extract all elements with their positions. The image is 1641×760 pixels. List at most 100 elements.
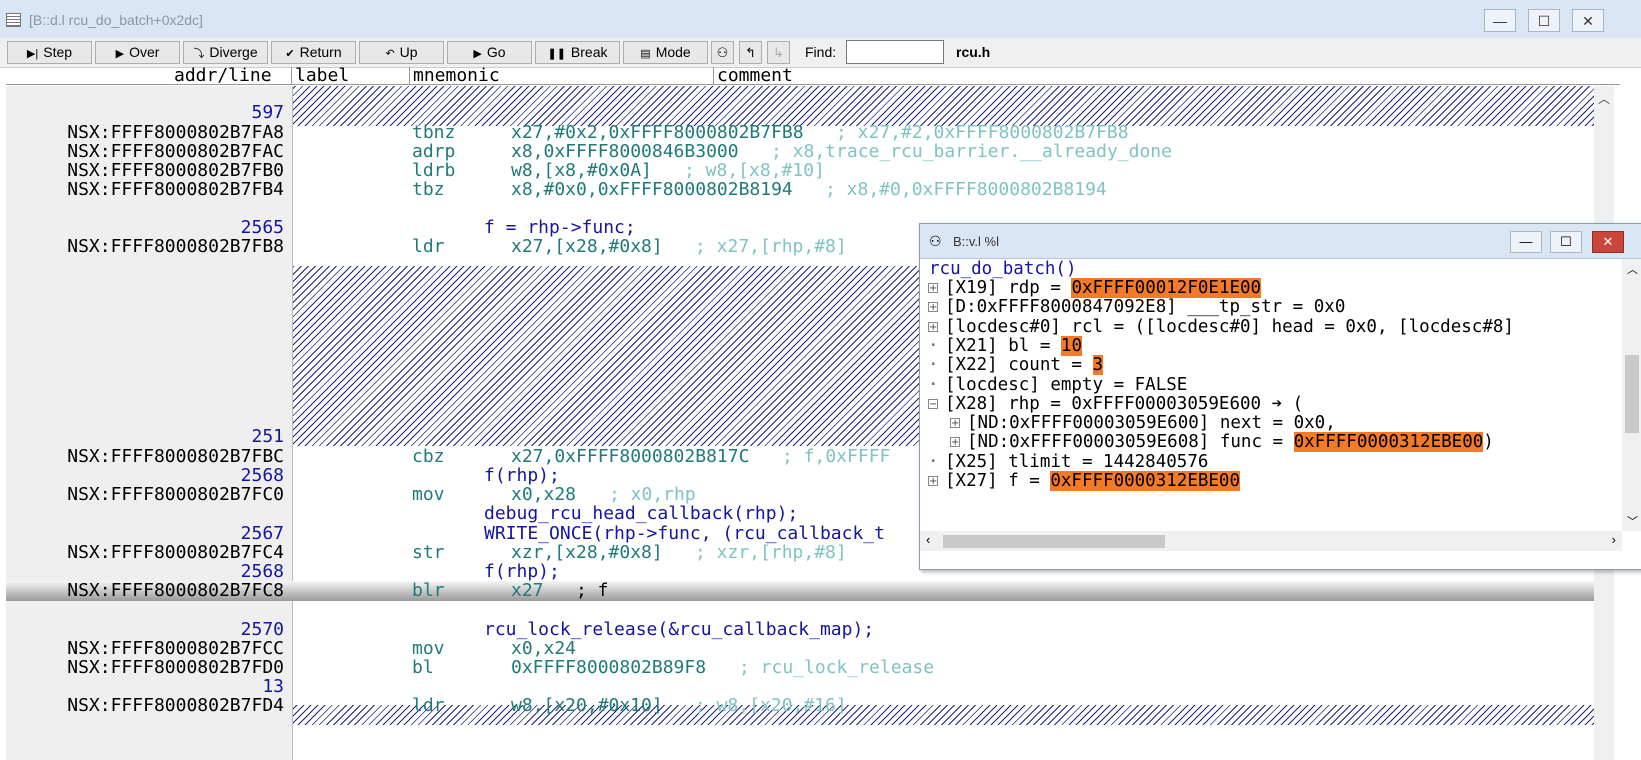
comment: ; f xyxy=(576,580,609,601)
changed-value[interactable]: 0xFFFF0000312EBE00 xyxy=(1293,432,1484,453)
variable-row[interactable]: + [X27] f = 0xFFFF0000312EBE00 xyxy=(928,471,1620,491)
expand-icon[interactable]: + xyxy=(928,476,938,487)
variables-list[interactable]: rcu_do_batch() + [X19] rdp = 0xFFFF00012F… xyxy=(920,259,1620,531)
comment: ; rcu_lock_release xyxy=(739,657,935,678)
variable-row[interactable]: − [X28] rhp = 0xFFFF00003059E600 ➔ ( xyxy=(928,394,1620,414)
mode-button[interactable]: ▤ Mode xyxy=(623,41,708,64)
mnemonic: mov xyxy=(412,484,445,505)
toolbar: ▶| Step ▶ Over ⤵ Diverge ✔ Return ↶ Up ▶ Go ❚❚… xyxy=(0,38,1641,68)
column-divider[interactable] xyxy=(409,67,410,84)
variable-row[interactable]: + [ND:0xFFFF00003059E600] next = 0x0, xyxy=(950,413,1620,433)
col-comment[interactable]: comment xyxy=(717,67,793,85)
maximize-button[interactable]: ☐ xyxy=(1550,231,1582,253)
column-divider[interactable] xyxy=(291,67,292,84)
variable-row[interactable]: · [X21] bl = 10 xyxy=(928,335,1620,356)
address: NSX:FFFF8000802B7FD4 xyxy=(67,695,284,716)
diverge-button[interactable]: ⤵ Diverge xyxy=(183,41,268,64)
line-row[interactable]: 597 xyxy=(6,103,1614,123)
variable-row[interactable]: · [X25] tlimit = 1442840576 xyxy=(928,452,1620,472)
minimize-button[interactable]: — xyxy=(1510,231,1542,253)
expand-icon[interactable]: + xyxy=(928,283,938,294)
variable-row[interactable]: · [X22] count = 3 xyxy=(928,355,1620,376)
variables-horizontal-scrollbar[interactable]: ‹ › xyxy=(920,531,1622,551)
maximize-button[interactable]: ☐ xyxy=(1528,9,1560,32)
expand-icon[interactable]: + xyxy=(950,418,960,429)
scroll-down-icon[interactable]: ﹀ xyxy=(1627,513,1638,529)
instruction-row[interactable]: NSX:FFFF8000802B7FB4 tbz x8,#0x0,0xFFFF800… xyxy=(6,180,1614,200)
changed-value[interactable]: 3 xyxy=(1092,355,1104,376)
glasses-icon[interactable]: ⚇ xyxy=(711,41,734,64)
over-button[interactable]: ▶ Over xyxy=(95,41,180,64)
variable-row[interactable]: · [locdesc] empty = FALSE xyxy=(928,375,1620,395)
variable-row[interactable]: + [locdesc#0] rcl = ([locdesc#0] head = 0… xyxy=(928,317,1620,337)
instruction-row[interactable]: NSX:FFFF8000802B7FAC adrp x8,0xFFFF8000846… xyxy=(6,142,1614,162)
list-icon xyxy=(6,13,21,27)
operands: x27,#0x2,0xFFFF8000802B7FB8 xyxy=(511,122,804,143)
col-mnemonic[interactable]: mnemonic xyxy=(413,67,500,85)
up-button[interactable]: ↶ Up xyxy=(359,41,444,64)
instruction-row[interactable]: NSX:FFFF8000802B7FC8 blr x27 ; f xyxy=(6,581,1614,601)
comment: ; xzr,[rhp,#8] xyxy=(695,542,847,563)
scroll-right-icon[interactable]: › xyxy=(1612,532,1616,547)
glasses-icon: ⚇ xyxy=(929,233,942,249)
changed-value[interactable]: 0xFFFF00012F0E1E00 xyxy=(1071,278,1262,298)
expand-icon[interactable]: + xyxy=(950,437,960,448)
column-divider[interactable] xyxy=(713,67,714,84)
scroll-left-icon[interactable]: ‹ xyxy=(926,532,930,547)
col-addr-line[interactable]: addr/line xyxy=(174,67,272,85)
instruction-row[interactable]: NSX:FFFF8000802B7FA8 tbnz x27,#0x2,0xFFFF8… xyxy=(6,123,1614,143)
find-input[interactable] xyxy=(846,40,944,64)
line-number: 597 xyxy=(251,102,284,123)
address: NSX:FFFF8000802B7FC0 xyxy=(67,484,284,505)
changed-value[interactable]: 0xFFFF0000312EBE00 xyxy=(1050,471,1241,491)
comment: ; w8,[x8,#10] xyxy=(684,160,825,181)
col-label[interactable]: label xyxy=(295,67,349,85)
minimize-button[interactable]: — xyxy=(1484,9,1516,32)
instruction-row[interactable]: NSX:FFFF8000802B7FCC mov x0,x24 xyxy=(6,639,1614,659)
variables-vertical-scrollbar[interactable]: ︿ ﹀ xyxy=(1622,259,1641,531)
source-line: f(rhp); xyxy=(484,465,560,486)
expand-icon[interactable]: + xyxy=(928,302,938,313)
mnemonic: tbz xyxy=(412,179,445,200)
source-line: f(rhp); xyxy=(484,561,560,582)
column-header: addr/line label mnemonic comment xyxy=(6,67,1620,85)
changed-value[interactable]: 10 xyxy=(1060,335,1082,356)
comment: ; x27,[rhp,#8] xyxy=(695,236,847,257)
return-button[interactable]: ✔ Return xyxy=(271,41,356,64)
mnemonic: adrp xyxy=(412,141,456,162)
step-button[interactable]: ▶| Step xyxy=(7,41,92,64)
collapse-icon[interactable]: − xyxy=(928,398,938,409)
variables-title: B::v.l %l xyxy=(953,234,999,249)
address: NSX:FFFF8000802B7FB4 xyxy=(67,179,284,200)
variable-row[interactable]: + [X19] rdp = 0xFFFF00012F0E1E00 xyxy=(928,278,1620,298)
line-row[interactable]: 2570 rcu_lock_release(&rcu_callback_map); xyxy=(6,620,1614,640)
scroll-thumb[interactable] xyxy=(943,535,1165,548)
variable-text: [X22] count = xyxy=(945,355,1093,376)
line-number: 2568 xyxy=(240,561,284,582)
instruction-row[interactable]: NSX:FFFF8000802B7FD4 ldr w8,[x20,#0x10] ; w… xyxy=(6,696,1614,716)
variable-text: [X21] bl = xyxy=(945,335,1061,356)
back-arrow-icon[interactable]: ↰ xyxy=(739,41,762,64)
variable-row[interactable]: + [D:0xFFFF8000847092E8] ___tp_str = 0x0 xyxy=(928,297,1620,317)
variables-window[interactable]: ⚇ B::v.l %l — ☐ ✕ rcu_do_batch() + [X19] … xyxy=(919,223,1641,570)
line-row[interactable]: 13 xyxy=(6,677,1614,697)
scroll-up-icon[interactable]: ︿ xyxy=(1598,90,1610,107)
forward-arrow-icon[interactable]: ↳ xyxy=(767,41,790,64)
close-button[interactable]: ✕ xyxy=(1572,9,1604,32)
scroll-up-icon[interactable]: ︿ xyxy=(1627,261,1638,277)
instruction-row[interactable]: NSX:FFFF8000802B7FD0 bl 0xFFFF8000802B89F8… xyxy=(6,658,1614,678)
close-button[interactable]: ✕ xyxy=(1592,231,1624,253)
variable-text: [X27] f = xyxy=(945,471,1051,491)
source-line: debug_rcu_head_callback(rhp); xyxy=(484,503,799,524)
go-button[interactable]: ▶ Go xyxy=(447,41,532,64)
instruction-row[interactable]: NSX:FFFF8000802B7FB0 ldrb w8,[x8,#0x0A] ; w… xyxy=(6,161,1614,181)
variable-row[interactable]: + [ND:0xFFFF00003059E608] func = 0xFFFF00… xyxy=(950,432,1620,453)
operands: w8,[x8,#0x0A] xyxy=(511,160,652,181)
break-button[interactable]: ❚❚ Break xyxy=(535,41,620,64)
operands: x27 xyxy=(511,580,544,601)
scroll-thumb[interactable] xyxy=(1625,355,1639,433)
mnemonic: cbz xyxy=(412,446,445,467)
address: NSX:FFFF8000802B7FBC xyxy=(67,446,284,467)
variable-text: [X28] rhp = 0xFFFF00003059E600 ➔ ( xyxy=(945,393,1304,414)
expand-icon[interactable]: + xyxy=(928,321,938,332)
